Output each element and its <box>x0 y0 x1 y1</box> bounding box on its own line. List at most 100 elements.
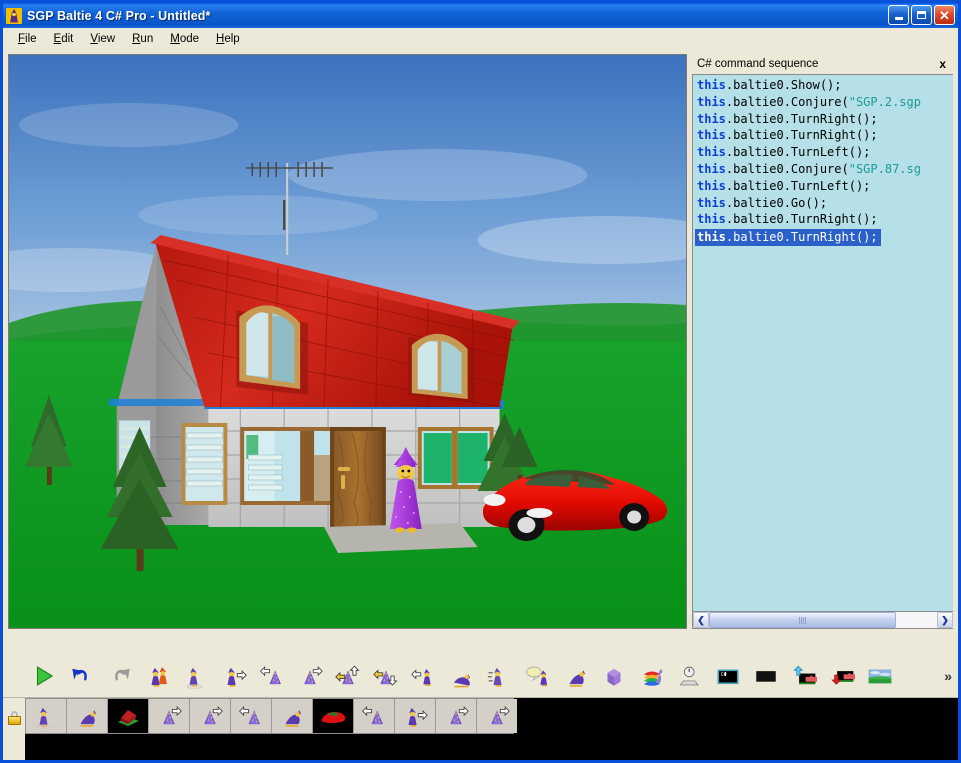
command-toolbar: C# » <box>3 655 958 698</box>
seq-wizard-step-right[interactable] <box>395 699 436 733</box>
menu-file-rest: ile <box>25 33 37 45</box>
menu-edit-rest: dit <box>61 33 73 45</box>
sequence-strip[interactable] <box>25 698 958 760</box>
code-expression: .baltie0.Conjure( <box>726 162 849 176</box>
program-sequence-area <box>3 698 958 760</box>
colors-button[interactable] <box>633 659 671 693</box>
code-line[interactable]: this.baltie0.Conjure("SGP.87.sg <box>695 161 953 178</box>
undo-arrow-icon <box>69 663 95 689</box>
menu-run[interactable]: Run <box>125 30 160 48</box>
code-text-area[interactable]: this.baltie0.Show();this.baltie0.Conjure… <box>692 74 953 612</box>
seq-wizard-bow-2[interactable] <box>272 699 313 733</box>
wizard-bowing-icon <box>563 663 589 689</box>
blank-screen-button[interactable] <box>747 659 785 693</box>
3d-scene-viewport[interactable] <box>8 54 687 629</box>
wizard-robe-arrow-left-icon <box>238 703 264 729</box>
seq-conjure-left-1[interactable] <box>231 699 272 733</box>
code-line[interactable]: this.baltie0.Go(); <box>695 195 953 212</box>
maximize-button[interactable] <box>911 5 932 25</box>
padlock-icon[interactable] <box>8 711 21 725</box>
scene-load-button[interactable] <box>785 659 823 693</box>
wizard-arrow-down-icon <box>373 663 399 689</box>
wizard-up-button[interactable] <box>329 659 367 693</box>
wizard-lie-button[interactable] <box>443 659 481 693</box>
menu-file[interactable]: File <box>11 30 44 48</box>
wizard-robe-arrow-right-icon <box>484 703 510 729</box>
window-title: SGP Baltie 4 C# Pro - Untitled* <box>27 9 210 23</box>
seq-conjure-left-2[interactable] <box>354 699 395 733</box>
scroll-left-arrow-icon[interactable]: ❮ <box>693 612 709 628</box>
code-line[interactable]: this.baltie0.TurnRight(); <box>695 211 953 228</box>
code-expression: .baltie0.TurnRight(); <box>726 112 878 126</box>
wizard-bow-button[interactable] <box>557 659 595 693</box>
seq-conjure-right-3[interactable] <box>436 699 477 733</box>
scrollbar-track[interactable] <box>709 612 937 628</box>
code-line[interactable]: this.baltie0.TurnLeft(); <box>695 144 953 161</box>
code-line[interactable]: this.baltie0.Conjure("SGP.2.sgp <box>695 94 953 111</box>
seq-conjure-right-2[interactable] <box>190 699 231 733</box>
black-screen-icon <box>753 663 779 689</box>
undo-button[interactable] <box>63 659 101 693</box>
code-keyword: this <box>697 162 726 176</box>
toolbar-overflow-icon[interactable]: » <box>944 668 952 684</box>
code-panel-close-icon[interactable]: x <box>936 57 949 71</box>
code-panel-title: C# command sequence <box>697 58 818 70</box>
two-wizards-button[interactable] <box>139 659 177 693</box>
wizard-run-button[interactable] <box>481 659 519 693</box>
wizard-speech-bubble-icon <box>525 663 551 689</box>
turn-left-button[interactable] <box>405 659 443 693</box>
green-play-triangle-icon <box>31 663 57 689</box>
menu-view-rest: iew <box>98 33 115 45</box>
code-keyword: this <box>697 128 726 142</box>
scroll-right-arrow-icon[interactable]: ❯ <box>937 612 953 628</box>
scene-save-button[interactable] <box>823 659 861 693</box>
minimize-button[interactable] <box>888 5 909 25</box>
wizard-robe-arrow-right-icon <box>443 703 469 729</box>
code-line[interactable]: this.baltie0.TurnRight(); <box>695 229 881 246</box>
code-line[interactable]: this.baltie0.Show(); <box>695 77 953 94</box>
sequence-icon-bar <box>25 698 514 734</box>
timer-button[interactable] <box>671 659 709 693</box>
title-bar: SGP Baltie 4 C# Pro - Untitled* ✕ <box>3 3 958 28</box>
menu-view[interactable]: View <box>83 30 122 48</box>
rainbow-palette-icon <box>639 663 665 689</box>
cube-button[interactable] <box>595 659 633 693</box>
seq-car-object[interactable] <box>313 699 354 733</box>
code-expression: .baltie0.TurnRight(); <box>726 128 878 142</box>
run-button[interactable] <box>25 659 63 693</box>
menu-mode[interactable]: Mode <box>163 30 206 48</box>
wizard-hidden-button[interactable] <box>177 659 215 693</box>
seq-wizard-bow[interactable] <box>67 699 108 733</box>
code-keyword: this <box>697 112 726 126</box>
window-controls: ✕ <box>888 5 955 25</box>
wizard-speak-button[interactable] <box>519 659 557 693</box>
two-wizards-icon <box>145 663 171 689</box>
console-button[interactable]: C# <box>709 659 747 693</box>
conjure-right-button[interactable] <box>291 659 329 693</box>
code-line[interactable]: this.baltie0.TurnRight(); <box>695 111 953 128</box>
red-house-tile-icon <box>112 700 144 732</box>
wizard-step-right-button[interactable] <box>215 659 253 693</box>
wizard-robe-arrow-right-icon <box>297 663 323 689</box>
wizard-down-button[interactable] <box>367 659 405 693</box>
code-line[interactable]: this.baltie0.TurnLeft(); <box>695 178 953 195</box>
main-area: C# command sequence x this.baltie0.Show(… <box>3 50 958 655</box>
background-button[interactable] <box>861 659 899 693</box>
conjure-left-button[interactable] <box>253 659 291 693</box>
close-button[interactable]: ✕ <box>934 5 955 25</box>
wizard-arrow-right-icon <box>221 663 247 689</box>
scrollbar-thumb[interactable] <box>709 612 896 628</box>
menu-edit[interactable]: Edit <box>47 30 81 48</box>
seq-conjure-right-4[interactable] <box>477 699 517 733</box>
seq-house-object[interactable] <box>108 699 149 733</box>
seq-conjure-right-1[interactable] <box>149 699 190 733</box>
scene-graphic <box>9 55 686 628</box>
code-keyword: this <box>697 230 726 244</box>
redo-button[interactable] <box>101 659 139 693</box>
seq-wizard-ghost[interactable] <box>26 699 67 733</box>
code-horizontal-scrollbar[interactable]: ❮ ❯ <box>692 612 953 629</box>
code-line[interactable]: this.baltie0.TurnRight(); <box>695 127 953 144</box>
menu-run-rest: un <box>140 33 153 45</box>
menu-help[interactable]: Help <box>209 30 247 48</box>
code-expression: .baltie0.TurnRight(); <box>726 212 878 226</box>
